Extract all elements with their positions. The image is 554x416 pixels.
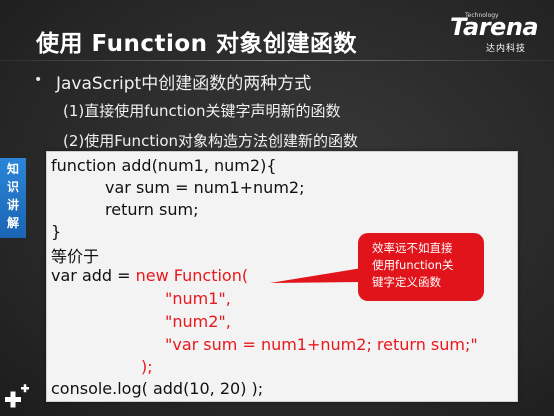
code-line: return sum; <box>105 200 199 219</box>
callout-line: 效率远不如直接 <box>372 241 453 255</box>
title-divider <box>0 60 554 61</box>
code-line: console.log( add(10, 20) ); <box>51 379 264 398</box>
tarena-logo: Technology Tarena 达内科技 <box>450 12 546 54</box>
knowledge-side-tab: 知 识 讲 解 <box>0 158 26 238</box>
code-line: function add(num1, num2){ <box>51 156 277 175</box>
sub-item-1: (1)直接使用function关键字声明新的函数 <box>63 102 341 120</box>
sub-item-2: (2)使用Function对象构造方法创建新的函数 <box>63 132 359 150</box>
slide-title: 使用 Function 对象创建函数 <box>36 31 358 57</box>
code-text: var add = <box>51 266 136 285</box>
bullet-text: JavaScript中创建函数的两种方式 <box>56 74 312 94</box>
code-line: "var sum = num1+num2; return sum;" <box>165 335 478 354</box>
side-tab-char: 讲 <box>6 198 19 212</box>
code-line: 等价于 <box>51 247 100 266</box>
code-text-highlight: new Function( <box>135 266 249 285</box>
callout-line: 键字定义函数 <box>372 275 441 289</box>
code-line: "num2", <box>165 312 231 331</box>
slide: 使用 Function 对象创建函数 Technology Tarena 达内科… <box>0 0 554 416</box>
side-tab-char: 知 <box>6 162 19 176</box>
callout-note: 效率远不如直接 使用function关 键字定义函数 <box>358 233 484 301</box>
code-line: "num1", <box>165 289 231 308</box>
logo-chinese-text: 达内科技 <box>486 44 527 54</box>
bullet-dot-icon: • <box>34 72 43 88</box>
callout-line: 使用function关 <box>372 258 454 272</box>
code-line: var sum = num1+num2; <box>105 178 305 197</box>
side-tab-char: 解 <box>6 216 19 230</box>
code-line: var add = new Function( <box>51 266 248 285</box>
plus-icon <box>5 384 29 408</box>
side-tab-char: 识 <box>6 180 19 194</box>
logo-brand-text: Tarena <box>450 13 539 41</box>
code-line: ); <box>141 357 153 376</box>
code-line: } <box>51 222 62 241</box>
